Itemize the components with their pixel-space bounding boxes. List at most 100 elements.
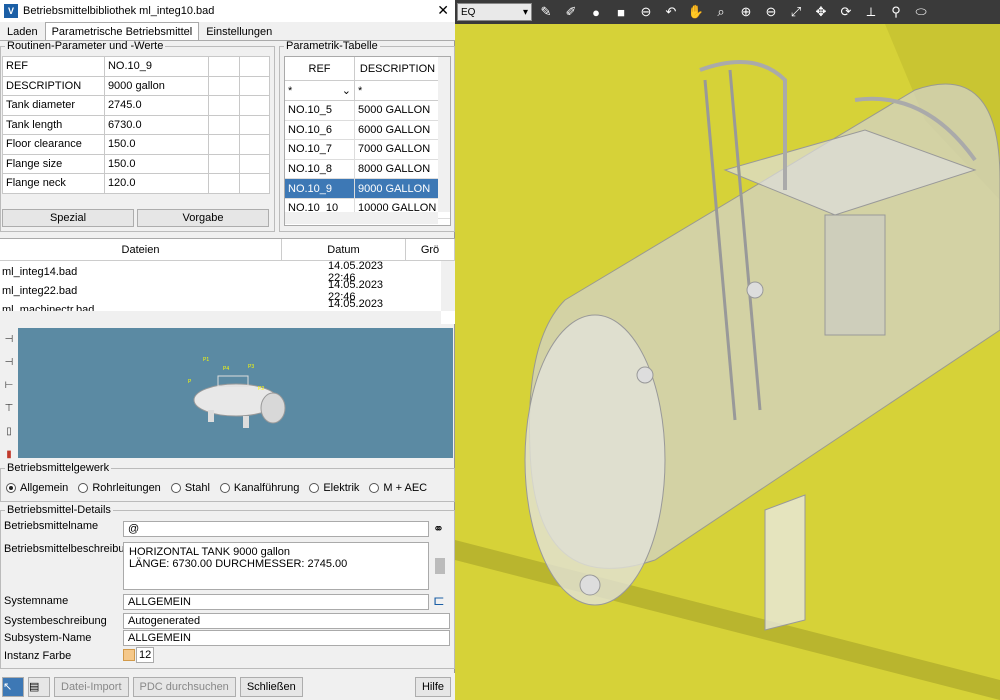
param-value[interactable]: NO.10_9 xyxy=(103,56,210,77)
parametrik-table: REF DESCRIPTION * ⌄ * NO.10_5 5000 GALLON N… xyxy=(284,56,451,226)
tank-view-icon[interactable]: ⬭ xyxy=(910,2,932,22)
param-name: Tank length xyxy=(2,114,105,135)
axis-icon[interactable]: ⟂ xyxy=(860,2,882,22)
filter-ref-input[interactable]: * ⌄ xyxy=(285,81,355,100)
param-row[interactable]: Flange size 150.0 xyxy=(2,153,271,174)
tab-parametrische-betriebsmittel[interactable]: Parametrische Betriebsmittel xyxy=(44,22,200,40)
param-extra-cell xyxy=(208,153,240,174)
tab-einstellungen[interactable]: Einstellungen xyxy=(199,22,279,40)
3d-viewport[interactable] xyxy=(455,0,1000,700)
pdc-search-button[interactable]: PDC durchsuchen xyxy=(132,676,236,697)
close-button[interactable]: Schließen xyxy=(239,676,303,697)
parametrik-row[interactable]: NO.10_8 8000 GALLON xyxy=(285,159,450,180)
pencil-icon[interactable]: ✎ xyxy=(535,2,557,22)
filter-ref-value: * xyxy=(288,84,293,97)
system-tree-icon[interactable]: ⊏ xyxy=(433,592,445,609)
gewerk-radio-5[interactable]: M + AEC xyxy=(369,482,427,494)
parametrik-vscrollbar[interactable] xyxy=(438,57,450,212)
col-ref-header[interactable]: REF xyxy=(285,57,355,80)
files-vscrollbar[interactable] xyxy=(441,261,455,311)
parametrik-row[interactable]: NO.10_9 9000 GALLON xyxy=(285,179,450,199)
preview-label: P2 xyxy=(258,386,264,392)
param-value[interactable]: 120.0 xyxy=(103,173,210,194)
zoom-in-icon[interactable]: ⊕ xyxy=(735,2,757,22)
radio-dot-icon xyxy=(78,483,89,493)
col-dateien-header[interactable]: Dateien xyxy=(0,239,282,260)
zoom-out-icon[interactable]: ⊖ xyxy=(760,2,782,22)
parametrik-hscrollbar[interactable] xyxy=(285,212,438,224)
param-value[interactable]: 6730.0 xyxy=(103,114,210,135)
sysdesc-input[interactable]: Autogenerated xyxy=(123,613,450,629)
param-row[interactable]: Tank diameter 2745.0 xyxy=(2,95,271,116)
zoom-icon[interactable]: ⌕ xyxy=(710,2,732,22)
col-groesse-header[interactable]: Grö xyxy=(406,239,455,260)
import-icon[interactable]: ▤ xyxy=(28,676,50,697)
equipment-dropdown[interactable]: EQ ▾ xyxy=(457,3,532,21)
subsystem-input[interactable]: ALLGEMEIN xyxy=(123,630,450,646)
param-row[interactable]: Tank length 6730.0 xyxy=(2,114,271,135)
color-value-input[interactable]: 12 xyxy=(136,647,154,663)
color-swatch-icon[interactable] xyxy=(123,649,135,661)
close-icon[interactable]: ✕ xyxy=(437,2,449,19)
param-value[interactable]: 2745.0 xyxy=(103,95,210,116)
nozzle-icon[interactable]: ⊢ xyxy=(1,377,17,393)
files-hscrollbar[interactable] xyxy=(0,311,441,324)
param-value[interactable]: 150.0 xyxy=(103,153,210,174)
pen-icon[interactable]: ✐ xyxy=(560,2,582,22)
tank-3d-model xyxy=(455,0,1000,700)
tank-icon[interactable]: ● xyxy=(585,2,607,22)
vorgabe-button[interactable]: Vorgabe xyxy=(137,209,269,227)
tab-laden[interactable]: Laden xyxy=(0,22,45,40)
undo-icon[interactable]: ↶ xyxy=(660,2,682,22)
radio-dot-icon xyxy=(309,483,320,493)
book-icon[interactable]: ▮ xyxy=(1,446,17,462)
param-extra-cell xyxy=(238,56,271,77)
parametrik-row[interactable]: NO.10_7 7000 GALLON xyxy=(285,140,450,160)
desc-scrollbar[interactable] xyxy=(435,558,445,574)
param-extra-cell xyxy=(238,173,271,194)
help-button[interactable]: Hilfe xyxy=(414,676,451,697)
chevron-down-icon: ▾ xyxy=(522,6,528,18)
param-extra-cell xyxy=(208,134,240,155)
dropdown-value: EQ xyxy=(461,6,476,18)
col-desc-header[interactable]: DESCRIPTION xyxy=(355,57,440,80)
document-icon[interactable]: ▯ xyxy=(1,423,17,439)
select-icon[interactable]: ↖ xyxy=(2,676,24,697)
binoculars-icon[interactable]: ⚭ xyxy=(433,521,444,537)
param-row[interactable]: REF NO.10_9 xyxy=(2,56,271,77)
gewerk-radio-0[interactable]: Allgemein xyxy=(6,482,68,494)
window-title: Betriebsmittelbibliothek ml_integ10.bad xyxy=(23,5,215,17)
filter-desc-input[interactable]: * xyxy=(355,81,440,100)
systemname-input[interactable]: ALLGEMEIN xyxy=(123,594,429,610)
datei-import-button[interactable]: Datei-Import xyxy=(54,676,129,697)
param-row[interactable]: Flange neck 120.0 xyxy=(2,173,271,194)
pan-icon[interactable]: ✥ xyxy=(810,2,832,22)
nozzle-icon[interactable]: ⊣ xyxy=(1,331,17,347)
radio-label: Rohrleitungen xyxy=(92,482,161,494)
walk-icon[interactable]: ⚲ xyxy=(885,2,907,22)
gewerk-radio-2[interactable]: Stahl xyxy=(170,482,210,494)
box-icon[interactable]: ■ xyxy=(610,2,632,22)
gewerk-radio-1[interactable]: Rohrleitungen xyxy=(78,482,161,494)
hand-icon[interactable]: ✋ xyxy=(685,2,707,22)
param-value[interactable]: 150.0 xyxy=(103,134,210,155)
parametrik-row[interactable]: NO.10_6 6000 GALLON xyxy=(285,120,450,141)
param-value[interactable]: 9000 gallon xyxy=(103,75,210,96)
zoom-minus-icon[interactable]: ⊖ xyxy=(635,2,657,22)
param-row[interactable]: Floor clearance 150.0 xyxy=(2,134,271,155)
desc-line-2: LÄNGE: 6730.00 DURCHMESSER: 2745.00 xyxy=(129,558,348,570)
spezial-button[interactable]: Spezial xyxy=(2,209,134,227)
gewerk-radio-3[interactable]: Kanalführung xyxy=(219,482,299,494)
nozzle-icon[interactable]: ⊣ xyxy=(1,354,17,370)
desc-textarea[interactable]: HORIZONTAL TANK 9000 gallon LÄNGE: 6730.… xyxy=(123,542,429,590)
nozzle-icon[interactable]: ⊤ xyxy=(1,400,17,416)
name-input[interactable]: @ xyxy=(123,521,429,537)
fit-icon[interactable]: ⤢ xyxy=(785,2,807,22)
param-row[interactable]: DESCRIPTION 9000 gallon xyxy=(2,75,271,96)
col-datum-header[interactable]: Datum xyxy=(282,239,406,260)
gewerk-radio-4[interactable]: Elektrik xyxy=(309,482,359,494)
radio-label: Stahl xyxy=(184,482,210,494)
floor-beam xyxy=(455,540,1000,700)
parametrik-row[interactable]: NO.10_5 5000 GALLON xyxy=(285,101,450,121)
rotate-icon[interactable]: ⟳ xyxy=(835,2,857,22)
